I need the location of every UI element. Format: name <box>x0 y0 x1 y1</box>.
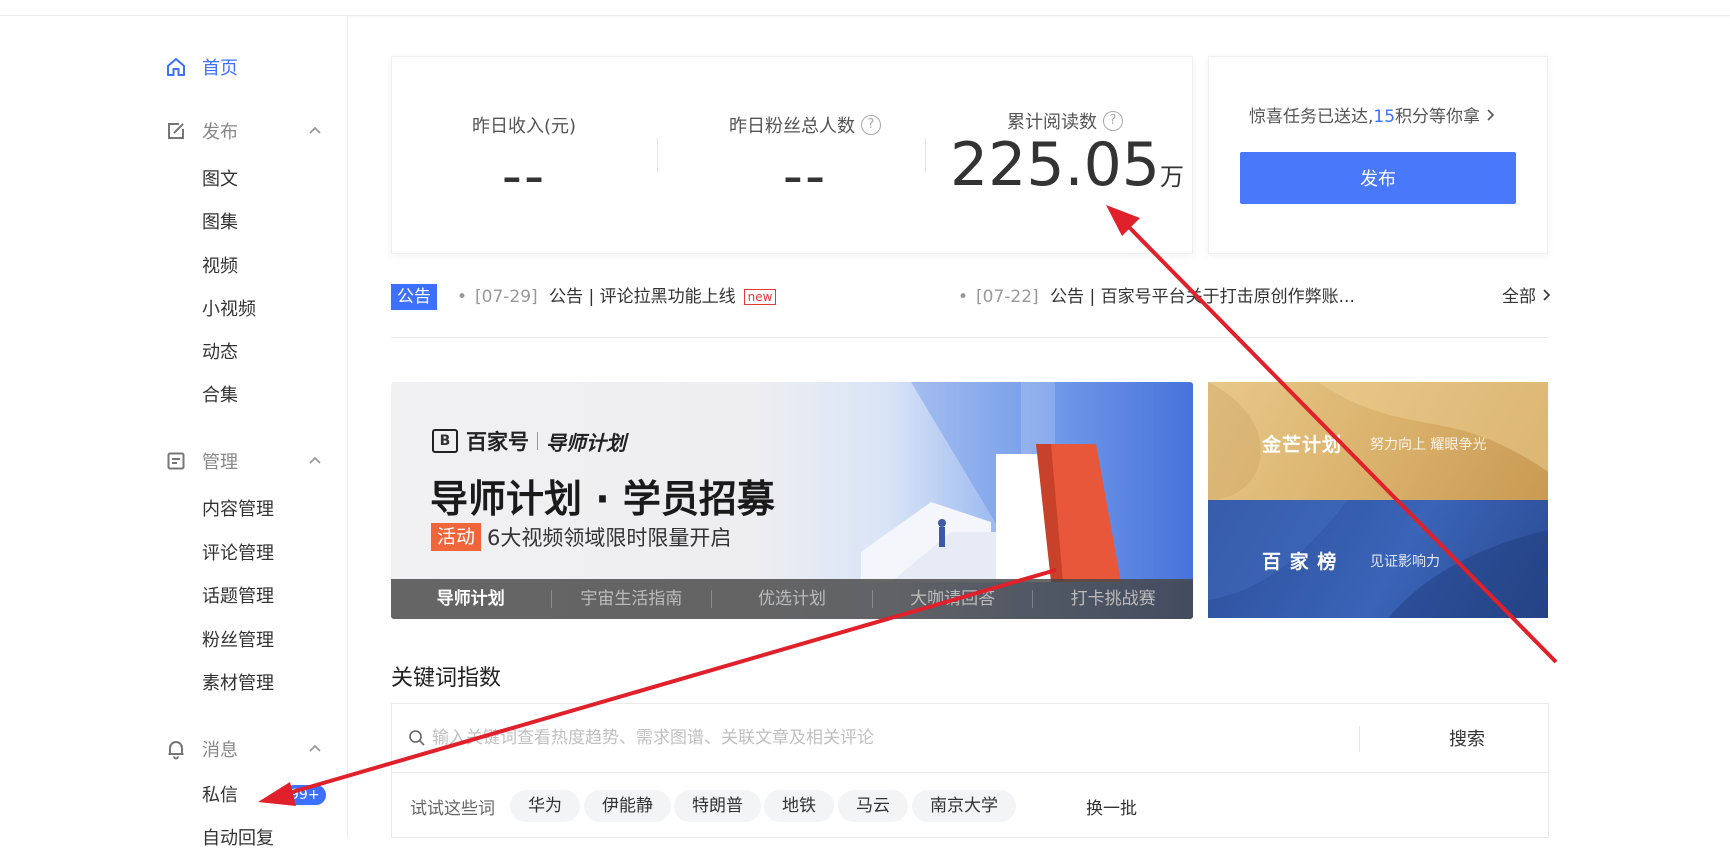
sidebar-group-message[interactable]: 消息 <box>164 734 324 764</box>
banner-tab[interactable]: 宇宙生活指南 <box>552 590 713 608</box>
stat-reads: 累计阅读数 ? 225.05万 <box>950 108 1184 200</box>
banner-tab[interactable]: 打卡挑战赛 <box>1033 590 1193 608</box>
notices-all-label: 全部 <box>1502 287 1536 307</box>
banner-subline: 6大视频领域限时限量开启 <box>487 526 732 550</box>
fans-value: -- <box>782 144 828 209</box>
sidebar-item-auto-reply[interactable]: 自动回复 <box>202 826 274 852</box>
task-points: 15 <box>1373 107 1396 127</box>
new-badge: new <box>743 289 777 305</box>
chevron-up-icon <box>309 456 321 464</box>
banner-logo-text: 百家号 <box>466 430 529 454</box>
banner-tab[interactable]: 大咖请回答 <box>873 590 1034 608</box>
stat-fans: 昨日粉丝总人数 ? -- <box>695 112 915 209</box>
notice-date: [07-22] <box>976 287 1039 307</box>
notice-date: [07-29] <box>475 287 538 307</box>
try-label: 试试这些词 <box>410 799 495 819</box>
sidebar-home-label: 首页 <box>202 58 238 79</box>
sidebar-publish-label: 发布 <box>202 122 238 143</box>
keyword-search-input[interactable] <box>430 722 1330 754</box>
banner-logo: B 百家号 导师计划 <box>432 426 626 456</box>
sidebar-item-home[interactable]: 首页 <box>164 52 324 82</box>
refresh-keywords-link[interactable]: 换一批 <box>1086 794 1137 819</box>
notice-item[interactable]: • [07-22] 公告 | 百家号平台关于打击原创作弊账... <box>958 284 1355 310</box>
banner-tab[interactable]: 优选计划 <box>712 590 873 608</box>
keyword-chip[interactable]: 华为 <box>510 790 580 822</box>
mentor-banner[interactable]: B 百家号 导师计划 导师计划 · 学员招募 活动 6大视频领域限时限量开启 导… <box>391 382 1193 619</box>
stat-income: 昨日收入(元) -- <box>434 112 614 209</box>
keyword-section-title: 关键词指数 <box>391 666 502 691</box>
income-label: 昨日收入(元) <box>471 116 577 137</box>
help-icon[interactable]: ? <box>1103 111 1123 131</box>
task-text-before: 惊喜任务已送达, <box>1249 107 1374 127</box>
sidebar-item-comment-manage[interactable]: 评论管理 <box>202 541 274 567</box>
sidebar-item-material-manage[interactable]: 素材管理 <box>202 671 274 697</box>
sidebar-item-short-video[interactable]: 小视频 <box>202 297 256 323</box>
notice-tag: 公告 <box>391 284 437 310</box>
bell-icon <box>164 737 188 761</box>
sidebar-message-label: 消息 <box>202 740 238 761</box>
edit-icon <box>164 119 188 143</box>
fans-label: 昨日粉丝总人数 <box>729 116 855 137</box>
task-text-after: 积分等你拿 <box>1395 107 1481 127</box>
search-icon <box>409 730 425 746</box>
notices-all-link[interactable]: 全部 <box>1502 284 1551 310</box>
baijia-ranking-banner[interactable]: 百 家 榜 见证影响力 <box>1208 500 1548 618</box>
side-banner-subtitle: 努力向上 耀眼争光 <box>1370 437 1487 453</box>
sidebar-item-moment[interactable]: 动态 <box>202 340 238 366</box>
sidebar-item-article[interactable]: 图文 <box>202 167 238 193</box>
banner-headline: 导师计划 · 学员招募 <box>430 477 775 521</box>
sidebar-manage-label: 管理 <box>202 452 238 473</box>
side-banner-subtitle: 见证影响力 <box>1370 554 1440 570</box>
keyword-chip[interactable]: 地铁 <box>764 790 834 822</box>
chevron-up-icon <box>309 744 321 752</box>
sidebar-item-collection[interactable]: 合集 <box>202 383 238 409</box>
baijiahao-logo-icon: B <box>432 429 458 453</box>
task-link[interactable]: 惊喜任务已送达,15积分等你拿 <box>1249 102 1495 127</box>
notice-item[interactable]: • [07-29] 公告 | 评论拉黑功能上线 new <box>457 284 777 310</box>
search-button[interactable]: 搜索 <box>1432 722 1502 754</box>
sidebar-item-video[interactable]: 视频 <box>202 254 238 280</box>
notice-title: 公告 | 百家号平台关于打击原创作弊账... <box>1050 287 1355 307</box>
keyword-chip[interactable]: 特朗普 <box>674 790 761 822</box>
chevron-up-icon <box>309 126 321 134</box>
sidebar-item-topic-manage[interactable]: 话题管理 <box>202 584 274 610</box>
side-banner-title: 金芒计划 <box>1262 434 1343 456</box>
chevron-right-icon <box>1543 289 1551 301</box>
sidebar-item-gallery[interactable]: 图集 <box>202 210 238 236</box>
notice-title: 公告 | 评论拉黑功能上线 <box>549 287 736 307</box>
reads-value: 225.05 <box>950 130 1160 200</box>
divider <box>391 337 1549 338</box>
banner-tabs: 导师计划 宇宙生活指南 优选计划 大咖请回答 打卡挑战赛 <box>391 579 1193 619</box>
divider <box>1359 726 1360 752</box>
banner-tab[interactable]: 导师计划 <box>391 590 552 608</box>
income-value: -- <box>501 144 547 209</box>
reads-unit: 万 <box>1159 163 1184 191</box>
suggested-keywords: 试试这些词 华为 伊能静 特朗普 地铁 马云 南京大学 换一批 <box>391 772 1549 838</box>
chevron-right-icon <box>1487 109 1495 121</box>
activity-tag: 活动 <box>431 523 482 551</box>
keyword-search-box: 搜索 <box>391 703 1549 773</box>
banner-logo-sub: 导师计划 <box>546 430 626 455</box>
sidebar-group-manage[interactable]: 管理 <box>164 446 324 476</box>
divider <box>657 138 658 172</box>
publish-button[interactable]: 发布 <box>1240 152 1516 204</box>
keyword-chip[interactable]: 南京大学 <box>912 790 1016 822</box>
document-icon <box>164 449 188 473</box>
sidebar-group-publish[interactable]: 发布 <box>164 116 324 146</box>
divider <box>925 138 926 172</box>
side-banner-title: 百 家 榜 <box>1262 551 1338 573</box>
sidebar-item-fans-manage[interactable]: 粉丝管理 <box>202 628 274 654</box>
home-icon <box>164 55 188 79</box>
dm-count-badge: 99+ <box>284 785 326 805</box>
top-bar <box>0 0 1730 16</box>
golden-plan-banner[interactable]: 金芒计划 努力向上 耀眼争光 <box>1208 382 1548 500</box>
sidebar-item-direct-message[interactable]: 私信 <box>202 783 238 809</box>
keyword-chip[interactable]: 伊能静 <box>584 790 671 822</box>
help-icon[interactable]: ? <box>861 115 881 135</box>
keyword-chip[interactable]: 马云 <box>838 790 908 822</box>
sidebar: 首页 发布 图文 图集 视频 小视频 动态 合集 管理 内容管理 评论管理 话题… <box>0 16 348 849</box>
sidebar-item-content-manage[interactable]: 内容管理 <box>202 497 274 523</box>
